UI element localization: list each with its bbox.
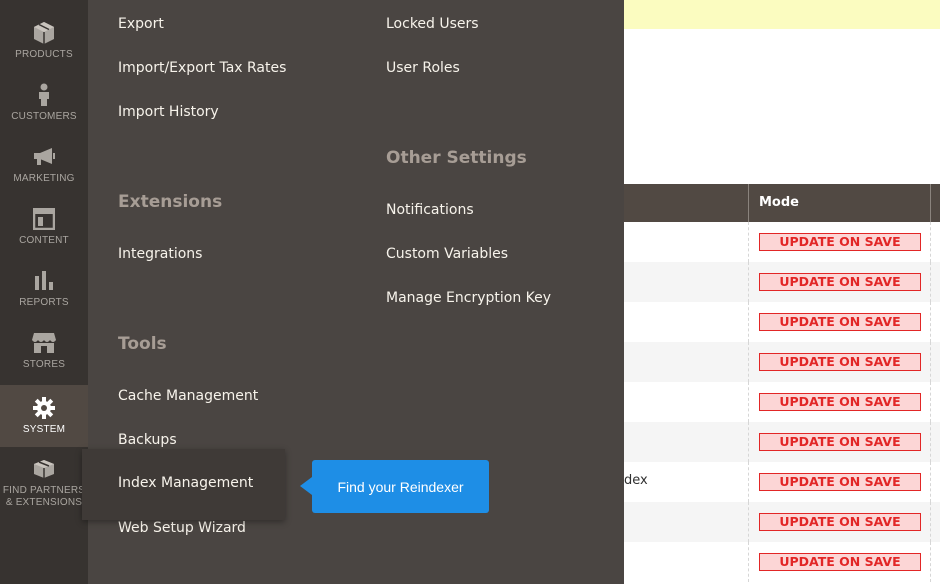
cell-divider bbox=[930, 502, 931, 542]
nav-system[interactable]: System bbox=[0, 385, 88, 447]
layout-icon bbox=[0, 204, 88, 234]
storefront-icon bbox=[0, 328, 88, 358]
menu-item-import-export-tax-rates[interactable]: Import/Export Tax Rates bbox=[118, 60, 286, 76]
mode-badge: UPDATE ON SAVE bbox=[759, 513, 921, 531]
person-icon bbox=[0, 80, 88, 110]
index-grid-header: Mode bbox=[624, 184, 940, 222]
menu-item-cache-management[interactable]: Cache Management bbox=[118, 388, 258, 404]
table-row[interactable]: UPDATE ON SAVE bbox=[624, 302, 940, 342]
mode-badge: UPDATE ON SAVE bbox=[759, 553, 921, 571]
menu-item-custom-variables[interactable]: Custom Variables bbox=[386, 246, 508, 262]
megaphone-icon bbox=[0, 142, 88, 172]
nav-label: Reports bbox=[19, 297, 69, 308]
cell-divider bbox=[748, 462, 749, 502]
nav-label: Content bbox=[19, 235, 69, 246]
nav-label: System bbox=[22, 424, 66, 435]
cell-divider bbox=[748, 382, 749, 422]
cell-divider bbox=[748, 222, 749, 262]
menu-item-export[interactable]: Export bbox=[118, 16, 164, 32]
menu-item-locked-users[interactable]: Locked Users bbox=[386, 16, 479, 32]
boxes-icon bbox=[0, 456, 88, 486]
menu-item-manage-encryption-key[interactable]: Manage Encryption Key bbox=[386, 290, 551, 306]
mode-badge: UPDATE ON SAVE bbox=[759, 473, 921, 491]
cell-divider bbox=[930, 302, 931, 342]
table-row[interactable]: dex UPDATE ON SAVE bbox=[624, 462, 940, 502]
cube-icon bbox=[0, 18, 88, 48]
table-row[interactable]: UPDATE ON SAVE bbox=[624, 382, 940, 422]
menu-item-notifications[interactable]: Notifications bbox=[386, 202, 474, 218]
admin-left-nav: Products Customers Marketing Content Rep… bbox=[0, 0, 88, 584]
cell-divider bbox=[930, 542, 931, 582]
section-heading-tools: Tools bbox=[118, 334, 167, 354]
cell-divider bbox=[748, 262, 749, 302]
nav-find-partners[interactable]: Find Partners & Extensions bbox=[0, 448, 88, 520]
menu-item-web-setup-wizard[interactable]: Web Setup Wizard bbox=[118, 520, 246, 536]
mode-badge: UPDATE ON SAVE bbox=[759, 273, 921, 291]
nav-content[interactable]: Content bbox=[0, 196, 88, 258]
cell-divider bbox=[930, 342, 931, 382]
mode-badge: UPDATE ON SAVE bbox=[759, 313, 921, 331]
table-row[interactable]: UPDATE ON SAVE bbox=[624, 422, 940, 462]
bar-chart-icon bbox=[0, 266, 88, 296]
cell-divider bbox=[748, 342, 749, 382]
table-row[interactable]: UPDATE ON SAVE bbox=[624, 222, 940, 262]
cell-divider bbox=[748, 542, 749, 582]
system-notice-bar bbox=[624, 0, 940, 29]
find-reindexer-tooltip: Find your Reindexer bbox=[312, 460, 489, 513]
column-header-mode[interactable]: Mode bbox=[759, 195, 799, 210]
nav-label: Marketing bbox=[13, 173, 75, 184]
cell-divider bbox=[930, 422, 931, 462]
table-row[interactable]: UPDATE ON SAVE bbox=[624, 342, 940, 382]
menu-item-import-history[interactable]: Import History bbox=[118, 104, 219, 120]
gear-icon bbox=[0, 393, 88, 423]
index-grid-body: UPDATE ON SAVE UPDATE ON SAVE UPDATE ON … bbox=[624, 222, 940, 584]
table-row[interactable]: UPDATE ON SAVE bbox=[624, 262, 940, 302]
table-row[interactable]: UPDATE ON SAVE bbox=[624, 502, 940, 542]
index-management-highlight[interactable]: Index Management bbox=[82, 449, 285, 520]
mode-badge: UPDATE ON SAVE bbox=[759, 433, 921, 451]
menu-item-integrations[interactable]: Integrations bbox=[118, 246, 202, 262]
nav-marketing[interactable]: Marketing bbox=[0, 134, 88, 196]
cell-divider bbox=[930, 262, 931, 302]
nav-stores[interactable]: Stores bbox=[0, 320, 88, 382]
table-row[interactable]: UPDATE ON SAVE bbox=[624, 542, 940, 582]
cell-divider bbox=[930, 382, 931, 422]
mode-badge: UPDATE ON SAVE bbox=[759, 353, 921, 371]
section-heading-extensions: Extensions bbox=[118, 192, 223, 212]
menu-item-backups[interactable]: Backups bbox=[118, 432, 177, 448]
column-divider bbox=[930, 184, 931, 222]
nav-customers[interactable]: Customers bbox=[0, 72, 88, 134]
cell-divider bbox=[748, 502, 749, 542]
cell-divider bbox=[930, 462, 931, 502]
tooltip-text: Find your Reindexer bbox=[337, 478, 464, 495]
nav-reports[interactable]: Reports bbox=[0, 258, 88, 320]
menu-item-index-management[interactable]: Index Management bbox=[118, 475, 253, 491]
mode-badge: UPDATE ON SAVE bbox=[759, 233, 921, 251]
tooltip-arrow bbox=[300, 477, 312, 495]
nav-label: Stores bbox=[22, 359, 66, 370]
nav-label: Customers bbox=[11, 111, 77, 122]
cell-divider bbox=[748, 302, 749, 342]
cell-divider bbox=[930, 222, 931, 262]
cell-divider bbox=[748, 422, 749, 462]
mode-badge: UPDATE ON SAVE bbox=[759, 393, 921, 411]
nav-label: Find Partners & Extensions bbox=[2, 485, 86, 508]
column-divider bbox=[748, 184, 749, 222]
section-heading-other-settings: Other Settings bbox=[386, 148, 527, 168]
nav-label: Products bbox=[15, 49, 73, 60]
nav-products[interactable]: Products bbox=[0, 10, 88, 72]
indexer-cell: dex bbox=[624, 473, 648, 488]
menu-item-user-roles[interactable]: User Roles bbox=[386, 60, 460, 76]
